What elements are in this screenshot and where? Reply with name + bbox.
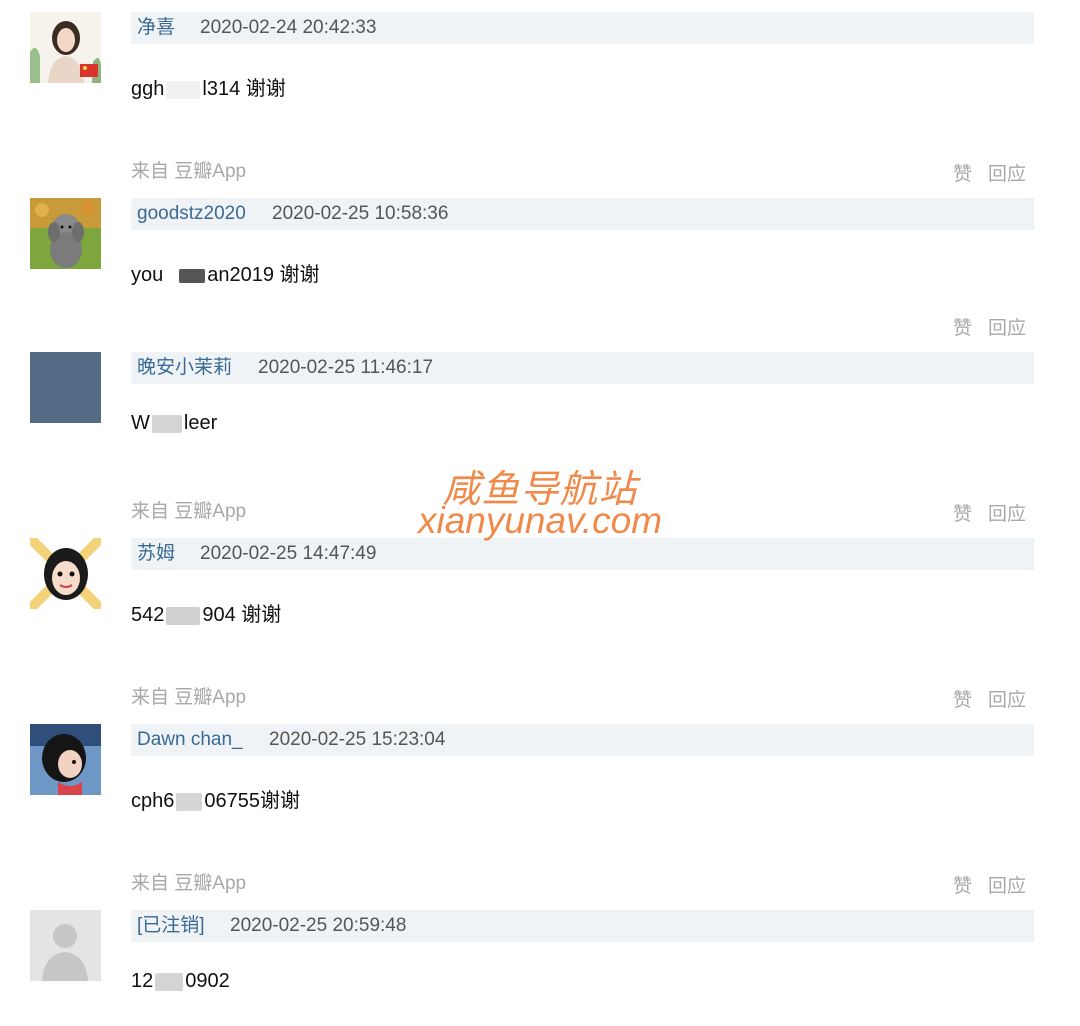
reply-button[interactable]: 回应 [988, 876, 1026, 897]
comment-time: 2020-02-25 15:23:04 [269, 729, 446, 750]
comment-time: 2020-02-25 20:59:48 [230, 915, 407, 936]
comment-content: you an2019 谢谢 [131, 264, 320, 286]
comment-time: 2020-02-25 14:47:49 [200, 543, 377, 564]
comment-author[interactable]: [已注销] [137, 910, 205, 942]
comment-author[interactable]: 净喜 [137, 12, 175, 44]
comment-content: ggh l314 谢谢 [131, 78, 286, 100]
comment-content: 542 904 谢谢 [131, 604, 282, 626]
like-button[interactable]: 赞 [953, 690, 972, 711]
avatar[interactable] [30, 724, 101, 795]
redacted-mask [151, 414, 182, 433]
like-button[interactable]: 赞 [953, 504, 972, 525]
reply-button[interactable]: 回应 [988, 504, 1026, 525]
comment-actions: 赞回应 [937, 871, 1026, 898]
reply-button[interactable]: 回应 [988, 690, 1026, 711]
redacted-mask [179, 268, 206, 283]
comment-source: 来自 豆瓣App [131, 161, 247, 182]
comment-header: 净喜 2020-02-24 20:42:33 [131, 12, 1034, 44]
comment-author[interactable]: 苏姆 [137, 538, 175, 570]
comment-time: 2020-02-25 10:58:36 [272, 203, 449, 224]
comment-actions: 赞回应 [937, 685, 1026, 712]
comment-header: 晚安小茉莉 2020-02-25 11:46:17 [131, 352, 1034, 384]
comment-author[interactable]: 晚安小茉莉 [137, 352, 232, 384]
comment-content: 12 0902 [131, 970, 230, 992]
avatar[interactable] [30, 352, 101, 423]
avatar[interactable] [30, 198, 101, 269]
comment-header: 苏姆 2020-02-25 14:47:49 [131, 538, 1034, 570]
redacted-mask [176, 792, 203, 811]
comment-header: Dawn chan_ 2020-02-25 15:23:04 [131, 724, 1034, 756]
comment-header: goodstz2020 2020-02-25 10:58:36 [131, 198, 1034, 230]
reply-button[interactable]: 回应 [988, 318, 1026, 339]
reply-button[interactable]: 回应 [988, 164, 1026, 185]
comment-source: 来自 豆瓣App [131, 687, 247, 708]
like-button[interactable]: 赞 [953, 876, 972, 897]
like-button[interactable]: 赞 [953, 164, 972, 185]
comment-content: cph6 06755谢谢 [131, 790, 300, 812]
comment-author[interactable]: Dawn chan_ [137, 724, 243, 756]
comment-actions: 赞回应 [937, 499, 1026, 526]
avatar[interactable] [30, 538, 101, 609]
like-button[interactable]: 赞 [953, 318, 972, 339]
comment-author[interactable]: goodstz2020 [137, 198, 246, 230]
comment-actions: 赞回应 [937, 159, 1026, 186]
comment-source: 来自 豆瓣App [131, 501, 247, 522]
comment-time: 2020-02-24 20:42:33 [200, 17, 377, 38]
avatar[interactable] [30, 12, 101, 83]
redacted-mask [155, 972, 184, 991]
comment-source: 来自 豆瓣App [131, 873, 247, 894]
redacted-mask [166, 606, 201, 625]
comment-content: Wleer [131, 412, 218, 434]
comment-actions: 赞回应 [937, 313, 1026, 340]
avatar[interactable] [30, 910, 101, 981]
redacted-mask [166, 80, 201, 99]
comment-header: [已注销] 2020-02-25 20:59:48 [131, 910, 1034, 942]
comment-time: 2020-02-25 11:46:17 [258, 357, 434, 378]
